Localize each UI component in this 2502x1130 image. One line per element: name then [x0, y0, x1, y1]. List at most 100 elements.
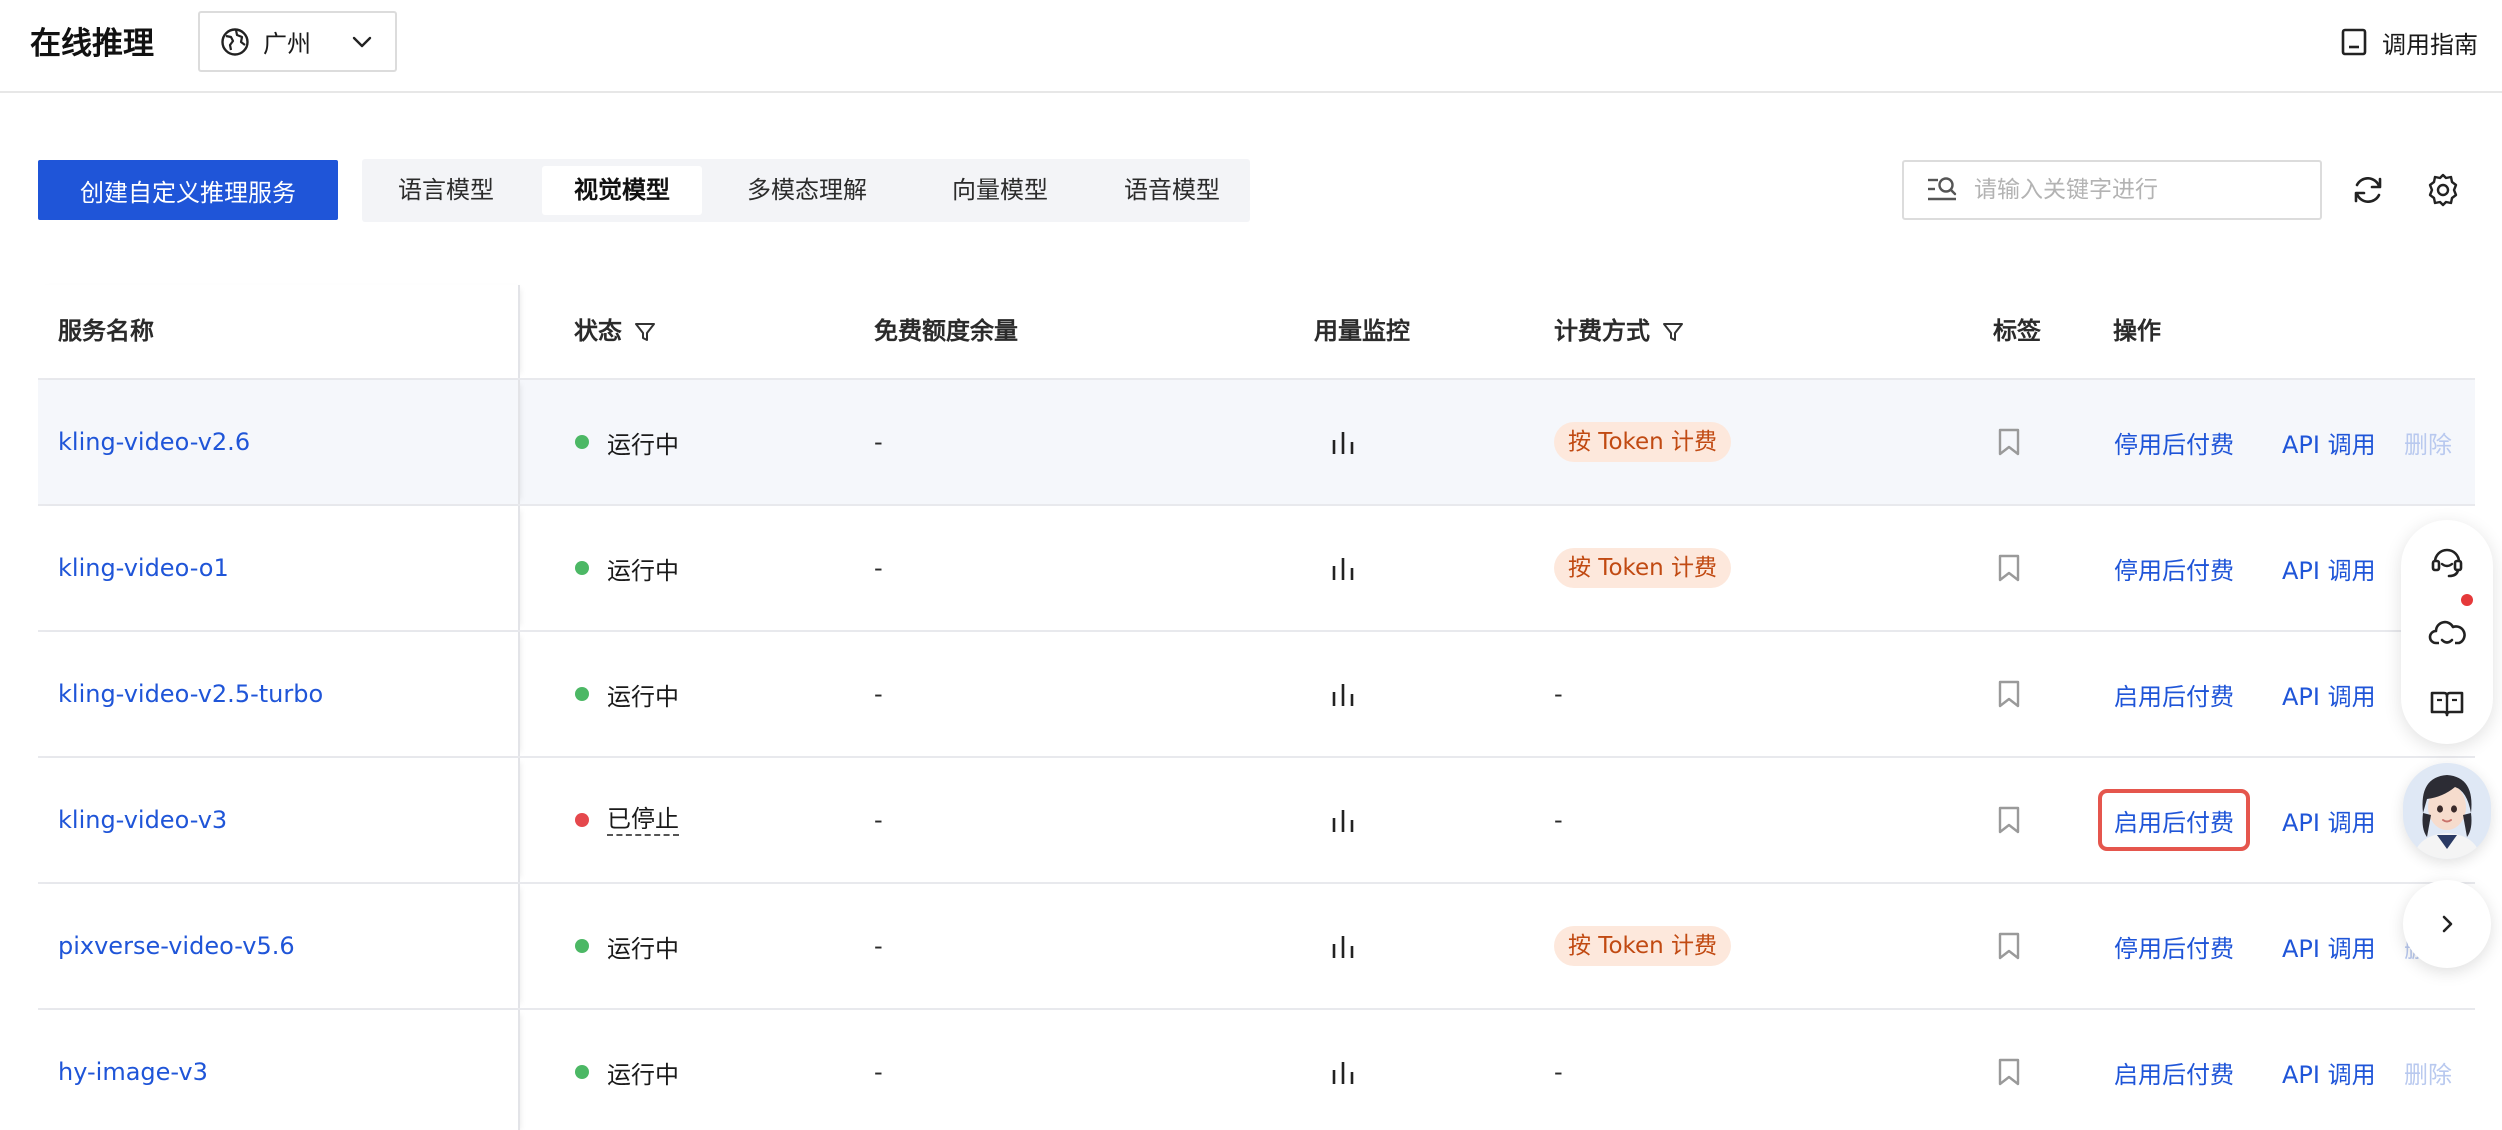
- bookmark-icon[interactable]: [1996, 1057, 2022, 1087]
- api-call-link[interactable]: API 调用: [2282, 677, 2376, 712]
- usage-chart-icon[interactable]: [1328, 932, 1358, 960]
- status-text: 运行中: [607, 430, 679, 459]
- billing-badge: 按 Token 计费: [1554, 422, 1732, 462]
- api-call-link[interactable]: API 调用: [2282, 803, 2376, 838]
- toggle-postpaid-link[interactable]: 启用后付费: [2114, 803, 2234, 838]
- service-table: 服务名称 状态 免费额度余量 用量监控 计费方式 标签 操作 kling-vid…: [38, 285, 2475, 1130]
- floating-helper-panel: [2401, 520, 2493, 744]
- settings-icon[interactable]: [2425, 172, 2461, 208]
- free-quota-value: -: [874, 428, 883, 456]
- assistant-avatar[interactable]: [2403, 763, 2491, 859]
- book-icon: [2341, 28, 2367, 56]
- cloud-message-icon[interactable]: [2428, 614, 2466, 652]
- search-box[interactable]: [1902, 160, 2322, 220]
- table-row: pixverse-video-v5.6 运行中 - 按 Token 计费 停用后…: [38, 882, 2475, 1008]
- delete-link[interactable]: 删除: [2404, 425, 2452, 460]
- table-row: kling-video-o1 运行中 - 按 Token 计费 停用后付费 AP…: [38, 504, 2475, 630]
- assistant-avatar-illustration: [2403, 763, 2491, 859]
- bookmark-icon[interactable]: [1996, 679, 2022, 709]
- tab-multimodal-understanding[interactable]: 多模态理解: [712, 166, 902, 215]
- bookmark-icon[interactable]: [1996, 931, 2022, 961]
- status-dot: [575, 561, 589, 575]
- chevron-right-icon: [2442, 915, 2453, 933]
- service-name-link[interactable]: kling-video-o1: [58, 554, 229, 582]
- col-free-quota: 免费额度余量: [874, 317, 1018, 345]
- billing-badge: 按 Token 计费: [1554, 926, 1732, 966]
- expand-panel-button[interactable]: [2403, 880, 2491, 968]
- api-call-link[interactable]: API 调用: [2282, 425, 2376, 460]
- col-actions: 操作: [2113, 317, 2161, 345]
- tab-speech-model[interactable]: 语音模型: [1090, 166, 1254, 215]
- toggle-postpaid-link[interactable]: 停用后付费: [2114, 425, 2234, 460]
- create-service-button[interactable]: 创建自定义推理服务: [38, 160, 338, 220]
- tab-embedding-model[interactable]: 向量模型: [918, 166, 1082, 215]
- page-title: 在线推理: [30, 26, 154, 62]
- api-call-link[interactable]: API 调用: [2282, 551, 2376, 586]
- customer-service-icon[interactable]: [2428, 542, 2466, 580]
- status-text[interactable]: 已停止: [607, 804, 679, 836]
- toggle-postpaid-link[interactable]: 启用后付费: [2114, 677, 2234, 712]
- delete-link[interactable]: 删除: [2404, 1055, 2452, 1090]
- region-select[interactable]: 广州: [198, 11, 397, 72]
- region-label: 广州: [263, 30, 311, 58]
- service-name-link[interactable]: pixverse-video-v5.6: [58, 932, 295, 960]
- status-text: 运行中: [607, 556, 679, 585]
- api-call-link[interactable]: API 调用: [2282, 929, 2376, 964]
- free-quota-value: -: [874, 806, 883, 834]
- status-dot: [575, 1065, 589, 1079]
- top-bar: 在线推理 广州 调用指南: [0, 0, 2502, 93]
- bookmark-icon[interactable]: [1996, 805, 2022, 835]
- table-header: 服务名称 状态 免费额度余量 用量监控 计费方式 标签 操作: [38, 285, 2475, 378]
- table-row: kling-video-v3 已停止 - - 启用后付费 API 调用: [38, 756, 2475, 882]
- toggle-postpaid-link[interactable]: 停用后付费: [2114, 929, 2234, 964]
- bookmark-icon[interactable]: [1996, 427, 2022, 457]
- col-service-name: 服务名称: [58, 317, 154, 345]
- usage-guide-link[interactable]: 调用指南: [2340, 24, 2478, 60]
- billing-text: -: [1554, 806, 1563, 834]
- search-list-icon: [1928, 177, 1957, 201]
- api-call-link[interactable]: API 调用: [2282, 1055, 2376, 1090]
- free-quota-value: -: [874, 680, 883, 708]
- toggle-postpaid-link[interactable]: 启用后付费: [2114, 1055, 2234, 1090]
- service-name-link[interactable]: kling-video-v2.6: [58, 428, 250, 456]
- search-input[interactable]: [1974, 177, 2304, 203]
- status-dot: [575, 435, 589, 449]
- free-quota-value: -: [874, 932, 883, 960]
- notification-dot: [2461, 594, 2473, 606]
- free-quota-value: -: [874, 1058, 883, 1086]
- status-dot: [575, 687, 589, 701]
- refresh-icon[interactable]: [2350, 172, 2386, 208]
- service-name-link[interactable]: kling-video-v2.5-turbo: [58, 680, 323, 708]
- usage-chart-icon[interactable]: [1328, 1058, 1358, 1086]
- filter-icon[interactable]: [1662, 321, 1684, 343]
- tab-language-model[interactable]: 语言模型: [364, 166, 528, 215]
- bookmark-icon[interactable]: [1996, 553, 2022, 583]
- tab-vision-model[interactable]: 视觉模型: [542, 166, 702, 215]
- col-usage-monitor: 用量监控: [1314, 317, 1410, 345]
- table-row: kling-video-v2.5-turbo 运行中 - - 启用后付费 API…: [38, 630, 2475, 756]
- billing-badge: 按 Token 计费: [1554, 548, 1732, 588]
- service-name-link[interactable]: kling-video-v3: [58, 806, 227, 834]
- toggle-postpaid-link[interactable]: 停用后付费: [2114, 551, 2234, 586]
- usage-chart-icon[interactable]: [1328, 554, 1358, 582]
- status-dot: [575, 813, 589, 827]
- status-text: 运行中: [607, 1060, 679, 1089]
- globe-icon: [221, 27, 249, 56]
- status-text: 运行中: [607, 682, 679, 711]
- col-tags: 标签: [1993, 317, 2041, 345]
- model-type-tabs: 语言模型 视觉模型 多模态理解 向量模型 语音模型: [362, 159, 1250, 222]
- usage-chart-icon[interactable]: [1328, 806, 1358, 834]
- free-quota-value: -: [874, 554, 883, 582]
- docs-book-icon[interactable]: [2428, 684, 2466, 722]
- usage-guide-label: 调用指南: [2382, 30, 2478, 59]
- usage-chart-icon[interactable]: [1328, 428, 1358, 456]
- col-status: 状态: [574, 285, 656, 378]
- status-dot: [575, 939, 589, 953]
- filter-icon[interactable]: [634, 321, 656, 343]
- table-body: kling-video-v2.6 运行中 - 按 Token 计费 停用后付费 …: [38, 378, 2475, 1130]
- usage-chart-icon[interactable]: [1328, 680, 1358, 708]
- table-row: kling-video-v2.6 运行中 - 按 Token 计费 停用后付费 …: [38, 378, 2475, 504]
- billing-text: -: [1554, 680, 1563, 708]
- chevron-down-icon: [352, 36, 372, 48]
- service-name-link[interactable]: hy-image-v3: [58, 1058, 208, 1086]
